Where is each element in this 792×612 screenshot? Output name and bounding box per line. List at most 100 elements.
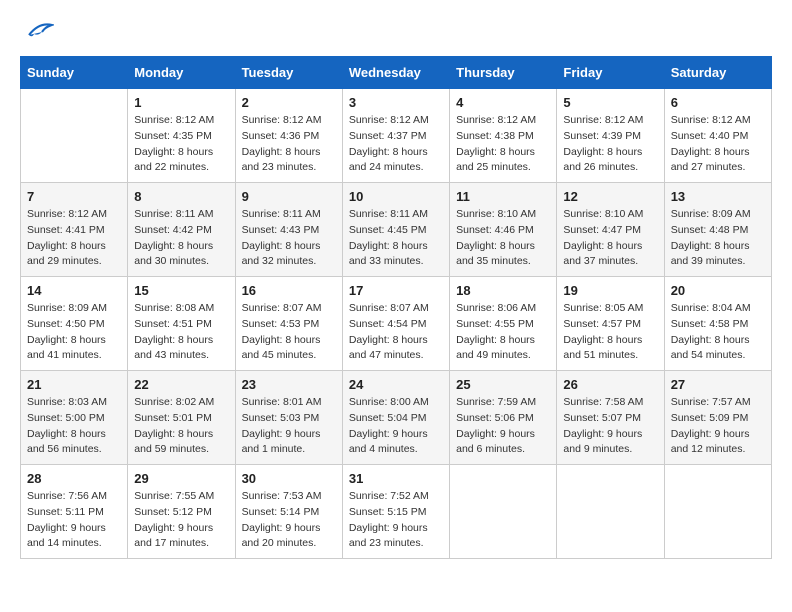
calendar-cell: 9 Sunrise: 8:11 AMSunset: 4:43 PMDaylight… [235, 183, 342, 277]
calendar-cell: 2 Sunrise: 8:12 AMSunset: 4:36 PMDaylight… [235, 89, 342, 183]
calendar-week-row: 14Sunrise: 8:09 AMSunset: 4:50 PMDayligh… [21, 277, 772, 371]
calendar-cell: 17 Sunrise: 8:07 AMSunset: 4:54 PMDayligh… [342, 277, 449, 371]
calendar-cell: 18 Sunrise: 8:06 AMSunset: 4:55 PMDayligh… [450, 277, 557, 371]
logo-bird-icon [24, 20, 54, 40]
calendar-cell: 26Sunrise: 7:58 AMSunset: 5:07 PMDayligh… [557, 371, 664, 465]
day-info: Sunrise: 8:12 AMSunset: 4:35 PMDaylight:… [134, 113, 228, 176]
calendar-cell: 3 Sunrise: 8:12 AMSunset: 4:37 PMDaylight… [342, 89, 449, 183]
calendar-table: SundayMondayTuesdayWednesdayThursdayFrid… [20, 56, 772, 559]
day-number: 19 [563, 283, 657, 298]
day-number: 7 [27, 189, 121, 204]
day-number: 4 [456, 95, 550, 110]
day-info: Sunrise: 8:12 AMSunset: 4:38 PMDaylight:… [456, 113, 550, 176]
calendar-cell: 22Sunrise: 8:02 AMSunset: 5:01 PMDayligh… [128, 371, 235, 465]
day-number: 24 [349, 377, 443, 392]
calendar-cell: 14Sunrise: 8:09 AMSunset: 4:50 PMDayligh… [21, 277, 128, 371]
day-info: Sunrise: 8:10 AMSunset: 4:46 PMDaylight:… [456, 207, 550, 270]
day-number: 27 [671, 377, 765, 392]
calendar-cell: 7 Sunrise: 8:12 AMSunset: 4:41 PMDaylight… [21, 183, 128, 277]
calendar-cell: 10Sunrise: 8:11 AMSunset: 4:45 PMDayligh… [342, 183, 449, 277]
day-number: 15 [134, 283, 228, 298]
day-number: 20 [671, 283, 765, 298]
day-number: 8 [134, 189, 228, 204]
calendar-week-row: 7 Sunrise: 8:12 AMSunset: 4:41 PMDaylight… [21, 183, 772, 277]
day-info: Sunrise: 8:12 AMSunset: 4:40 PMDaylight:… [671, 113, 765, 176]
calendar-cell: 31 Sunrise: 7:52 AMSunset: 5:15 PMDayligh… [342, 465, 449, 559]
calendar-cell: 30Sunrise: 7:53 AMSunset: 5:14 PMDayligh… [235, 465, 342, 559]
calendar-cell: 6 Sunrise: 8:12 AMSunset: 4:40 PMDaylight… [664, 89, 771, 183]
day-info: Sunrise: 7:56 AMSunset: 5:11 PMDaylight:… [27, 489, 121, 552]
calendar-header-sunday: Sunday [21, 57, 128, 89]
day-info: Sunrise: 8:09 AMSunset: 4:50 PMDaylight:… [27, 301, 121, 364]
day-info: Sunrise: 8:12 AMSunset: 4:37 PMDaylight:… [349, 113, 443, 176]
day-number: 25 [456, 377, 550, 392]
day-info: Sunrise: 7:58 AMSunset: 5:07 PMDaylight:… [563, 395, 657, 458]
day-number: 21 [27, 377, 121, 392]
calendar-cell: 13 Sunrise: 8:09 AMSunset: 4:48 PMDayligh… [664, 183, 771, 277]
logo [20, 20, 54, 40]
day-info: Sunrise: 8:07 AMSunset: 4:53 PMDaylight:… [242, 301, 336, 364]
calendar-header-saturday: Saturday [664, 57, 771, 89]
calendar-header-monday: Monday [128, 57, 235, 89]
day-number: 6 [671, 95, 765, 110]
day-number: 16 [242, 283, 336, 298]
day-number: 1 [134, 95, 228, 110]
calendar-cell [664, 465, 771, 559]
calendar-cell: 28 Sunrise: 7:56 AMSunset: 5:11 PMDayligh… [21, 465, 128, 559]
day-info: Sunrise: 8:01 AMSunset: 5:03 PMDaylight:… [242, 395, 336, 458]
calendar-cell: 24Sunrise: 8:00 AMSunset: 5:04 PMDayligh… [342, 371, 449, 465]
calendar-cell: 23 Sunrise: 8:01 AMSunset: 5:03 PMDayligh… [235, 371, 342, 465]
day-info: Sunrise: 8:11 AMSunset: 4:43 PMDaylight:… [242, 207, 336, 270]
day-info: Sunrise: 8:04 AMSunset: 4:58 PMDaylight:… [671, 301, 765, 364]
day-info: Sunrise: 7:55 AMSunset: 5:12 PMDaylight:… [134, 489, 228, 552]
calendar-cell [450, 465, 557, 559]
day-number: 13 [671, 189, 765, 204]
day-number: 9 [242, 189, 336, 204]
day-info: Sunrise: 8:05 AMSunset: 4:57 PMDaylight:… [563, 301, 657, 364]
day-number: 28 [27, 471, 121, 486]
calendar-header-tuesday: Tuesday [235, 57, 342, 89]
day-info: Sunrise: 8:07 AMSunset: 4:54 PMDaylight:… [349, 301, 443, 364]
calendar-cell: 15Sunrise: 8:08 AMSunset: 4:51 PMDayligh… [128, 277, 235, 371]
day-number: 2 [242, 95, 336, 110]
day-number: 23 [242, 377, 336, 392]
calendar-cell: 27 Sunrise: 7:57 AMSunset: 5:09 PMDayligh… [664, 371, 771, 465]
calendar-cell: 21 Sunrise: 8:03 AMSunset: 5:00 PMDayligh… [21, 371, 128, 465]
day-number: 29 [134, 471, 228, 486]
calendar-week-row: 1 Sunrise: 8:12 AMSunset: 4:35 PMDaylight… [21, 89, 772, 183]
day-number: 3 [349, 95, 443, 110]
calendar-cell: 12 Sunrise: 8:10 AMSunset: 4:47 PMDayligh… [557, 183, 664, 277]
calendar-cell: 19 Sunrise: 8:05 AMSunset: 4:57 PMDayligh… [557, 277, 664, 371]
day-number: 31 [349, 471, 443, 486]
calendar-week-row: 28 Sunrise: 7:56 AMSunset: 5:11 PMDayligh… [21, 465, 772, 559]
day-info: Sunrise: 7:52 AMSunset: 5:15 PMDaylight:… [349, 489, 443, 552]
day-info: Sunrise: 8:12 AMSunset: 4:36 PMDaylight:… [242, 113, 336, 176]
day-info: Sunrise: 8:11 AMSunset: 4:42 PMDaylight:… [134, 207, 228, 270]
day-number: 22 [134, 377, 228, 392]
day-number: 12 [563, 189, 657, 204]
day-info: Sunrise: 8:12 AMSunset: 4:41 PMDaylight:… [27, 207, 121, 270]
calendar-cell: 25 Sunrise: 7:59 AMSunset: 5:06 PMDayligh… [450, 371, 557, 465]
day-info: Sunrise: 7:57 AMSunset: 5:09 PMDaylight:… [671, 395, 765, 458]
calendar-cell: 4 Sunrise: 8:12 AMSunset: 4:38 PMDaylight… [450, 89, 557, 183]
calendar-header-friday: Friday [557, 57, 664, 89]
day-number: 10 [349, 189, 443, 204]
day-info: Sunrise: 8:10 AMSunset: 4:47 PMDaylight:… [563, 207, 657, 270]
day-info: Sunrise: 8:03 AMSunset: 5:00 PMDaylight:… [27, 395, 121, 458]
page-header [20, 20, 772, 40]
calendar-header-wednesday: Wednesday [342, 57, 449, 89]
day-info: Sunrise: 7:53 AMSunset: 5:14 PMDaylight:… [242, 489, 336, 552]
day-info: Sunrise: 8:06 AMSunset: 4:55 PMDaylight:… [456, 301, 550, 364]
calendar-cell: 5Sunrise: 8:12 AMSunset: 4:39 PMDaylight… [557, 89, 664, 183]
calendar-cell: 20 Sunrise: 8:04 AMSunset: 4:58 PMDayligh… [664, 277, 771, 371]
calendar-header-row: SundayMondayTuesdayWednesdayThursdayFrid… [21, 57, 772, 89]
calendar-header-thursday: Thursday [450, 57, 557, 89]
calendar-week-row: 21 Sunrise: 8:03 AMSunset: 5:00 PMDayligh… [21, 371, 772, 465]
day-info: Sunrise: 8:09 AMSunset: 4:48 PMDaylight:… [671, 207, 765, 270]
day-number: 5 [563, 95, 657, 110]
day-number: 17 [349, 283, 443, 298]
calendar-cell: 1 Sunrise: 8:12 AMSunset: 4:35 PMDaylight… [128, 89, 235, 183]
day-info: Sunrise: 7:59 AMSunset: 5:06 PMDaylight:… [456, 395, 550, 458]
calendar-cell [21, 89, 128, 183]
day-number: 18 [456, 283, 550, 298]
